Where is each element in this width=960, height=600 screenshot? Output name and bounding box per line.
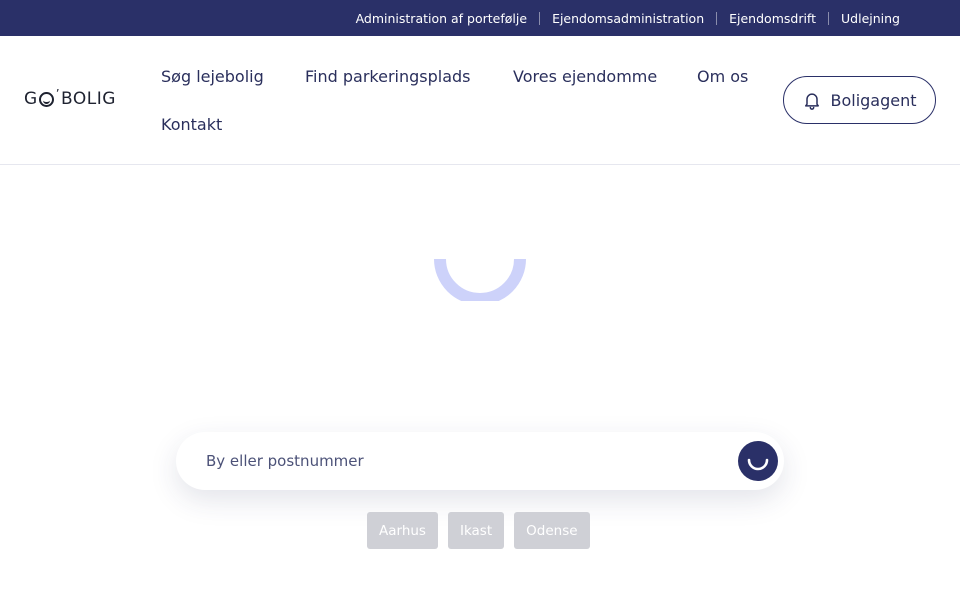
bell-icon <box>805 93 820 110</box>
logo-apostrophe: ’ <box>55 87 61 101</box>
topbar-link-property-operations[interactable]: Ejendomsdrift <box>716 11 828 25</box>
nav-item-about[interactable]: Om os <box>697 67 748 86</box>
nav-item-contact[interactable]: Kontakt <box>161 115 222 134</box>
gobolig-logo[interactable]: G ’ BOLIG <box>24 87 116 109</box>
main-header: G ’ BOLIG Søg lejebolig Find parkeringspla… <box>0 36 960 165</box>
logo-text-g: G <box>24 89 38 109</box>
quick-city-chips: Aarhus Ikast Odense <box>367 512 590 549</box>
nav-item-search-rental[interactable]: Søg lejebolig <box>161 67 264 86</box>
nav-item-find-parking[interactable]: Find parkeringsplads <box>305 67 471 86</box>
topbar-link-rental[interactable]: Udlejning <box>828 11 912 25</box>
topbar-link-portfolio[interactable]: Administration af portefølje <box>344 12 539 25</box>
loading-spinner-icon <box>434 258 526 301</box>
nav-item-our-properties[interactable]: Vores ejendomme <box>513 67 657 86</box>
logo-smile-icon <box>38 91 54 107</box>
city-chip-odense[interactable]: Odense <box>514 512 590 549</box>
topbar-link-property-admin[interactable]: Ejendomsadministration <box>539 11 716 25</box>
logo-text-bolig: BOLIG <box>61 89 116 109</box>
city-postcode-input[interactable] <box>206 452 726 470</box>
search-button[interactable] <box>738 441 778 481</box>
location-search-bar <box>176 432 784 490</box>
boligagent-button[interactable]: Boligagent <box>783 76 936 124</box>
city-chip-ikast[interactable]: Ikast <box>447 512 505 549</box>
city-chip-aarhus[interactable]: Aarhus <box>367 512 438 549</box>
top-utility-bar: Administration af portefølje Ejendomsadm… <box>0 0 960 36</box>
boligagent-label: Boligagent <box>830 90 917 110</box>
smile-search-icon <box>747 458 769 471</box>
